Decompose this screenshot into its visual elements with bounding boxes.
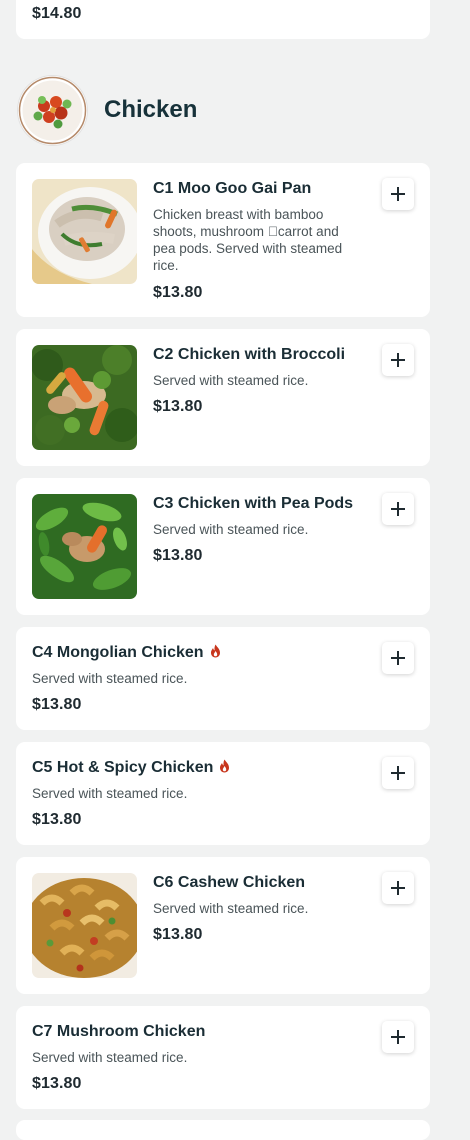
item-name: C3 Chicken with Pea Pods (153, 495, 354, 512)
item-price: $14.80 (32, 5, 82, 22)
add-to-cart-button[interactable] (382, 493, 414, 525)
add-to-cart-button[interactable] (382, 642, 414, 674)
item-name: C4 Mongolian Chicken (32, 644, 204, 661)
item-price: $13.80 (153, 284, 203, 301)
item-name-row: C4 Mongolian Chicken (32, 644, 221, 662)
menu-item-card[interactable]: C1 Moo Goo Gai Pan Chicken breast with b… (16, 163, 430, 317)
section-title: Chicken (104, 96, 198, 123)
item-description: Served with steamed rice. (32, 786, 188, 801)
item-description: Served with steamed rice. (153, 522, 309, 537)
item-description: Served with steamed rice. (153, 373, 309, 388)
item-image (32, 873, 137, 978)
flame-icon (210, 644, 220, 658)
item-price: $13.80 (153, 398, 203, 415)
section-header: Chicken (18, 76, 418, 146)
add-to-cart-button[interactable] (382, 344, 414, 376)
item-name: C6 Cashew Chicken (153, 874, 306, 891)
menu-item-card[interactable]: C2 Chicken with Broccoli Served with ste… (16, 329, 430, 466)
item-price: $13.80 (153, 926, 203, 943)
item-name: C2 Chicken with Broccoli (153, 346, 346, 363)
menu-item-card[interactable]: C7 Mushroom Chicken Served with steamed … (16, 1006, 430, 1109)
menu-item-card-next[interactable] (16, 1120, 430, 1140)
menu-page: $14.80 Chicken C1 Moo Goo Gai Pan Chicke… (0, 0, 470, 1140)
flame-icon (220, 759, 230, 773)
menu-item-card[interactable]: C6 Cashew Chicken Served with steamed ri… (16, 857, 430, 994)
item-name: C1 Moo Goo Gai Pan (153, 180, 312, 197)
section-image (18, 76, 87, 145)
item-image (32, 494, 137, 599)
menu-item-card[interactable]: C4 Mongolian Chicken Served with steamed… (16, 627, 430, 730)
menu-item-card-previous[interactable]: $14.80 (16, 0, 430, 39)
item-description: Served with steamed rice. (32, 671, 188, 686)
item-price: $13.80 (32, 1075, 82, 1092)
item-description: Chicken breast with bamboo shoots, mushr… (153, 207, 343, 273)
menu-item-card[interactable]: C5 Hot & Spicy Chicken Served with steam… (16, 742, 430, 845)
item-description: Served with steamed rice. (32, 1050, 188, 1065)
add-to-cart-button[interactable] (382, 178, 414, 210)
item-image (32, 179, 137, 284)
item-name: C5 Hot & Spicy Chicken (32, 759, 214, 776)
item-price: $13.80 (32, 696, 82, 713)
item-description: Served with steamed rice. (153, 901, 309, 916)
add-to-cart-button[interactable] (382, 757, 414, 789)
item-image (32, 345, 137, 450)
menu-item-card[interactable]: C3 Chicken with Pea Pods Served with ste… (16, 478, 430, 615)
item-price: $13.80 (153, 547, 203, 564)
item-name: C7 Mushroom Chicken (32, 1023, 206, 1040)
add-to-cart-button[interactable] (382, 872, 414, 904)
item-price: $13.80 (32, 811, 82, 828)
add-to-cart-button[interactable] (382, 1021, 414, 1053)
item-name-row: C5 Hot & Spicy Chicken (32, 759, 230, 777)
